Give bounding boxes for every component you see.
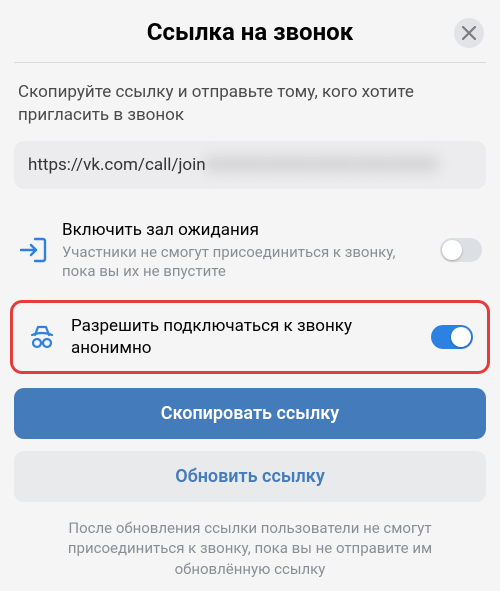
anonymous-text: Разрешить подключаться к звонку анонимно <box>71 315 417 359</box>
anonymous-highlight: Разрешить подключаться к звонку анонимно <box>10 300 490 374</box>
anonymous-icon <box>27 322 57 352</box>
modal-header: Ссылка на звонок <box>0 0 500 62</box>
toggle-knob <box>442 240 462 260</box>
close-button[interactable] <box>454 18 484 48</box>
waiting-room-text: Включить зал ожидания Участники не смогу… <box>62 219 426 282</box>
anonymous-option: Разрешить подключаться к звонку анонимно <box>21 311 479 363</box>
divider <box>14 62 486 63</box>
waiting-room-toggle[interactable] <box>440 238 482 262</box>
call-link-field[interactable]: https://vk.com/call/joinXXXXXXXXXXXXXXXX… <box>14 141 486 189</box>
copy-link-button[interactable]: Скопировать ссылку <box>14 388 486 439</box>
waiting-room-option: Включить зал ожидания Участники не смогу… <box>0 209 500 292</box>
waiting-room-title: Включить зал ожидания <box>62 219 426 241</box>
close-icon <box>462 26 476 40</box>
modal-title: Ссылка на звонок <box>20 18 480 46</box>
call-link-hidden: XXXXXXXXXXXXXXXXXXXX <box>206 155 439 175</box>
anonymous-title: Разрешить подключаться к звонку анонимно <box>71 315 417 359</box>
anonymous-toggle[interactable] <box>431 325 473 349</box>
call-link-visible: https://vk.com/call/join <box>28 155 206 175</box>
waiting-room-sub: Участники не смогут присоединиться к зво… <box>62 243 426 282</box>
refresh-link-button[interactable]: Обновить ссылку <box>14 451 486 502</box>
waiting-room-icon <box>18 235 48 265</box>
toggle-knob <box>451 327 471 347</box>
instructions-text: Скопируйте ссылку и отправьте тому, кого… <box>0 81 500 141</box>
footer-note: После обновления ссылки пользователи не … <box>0 514 500 579</box>
